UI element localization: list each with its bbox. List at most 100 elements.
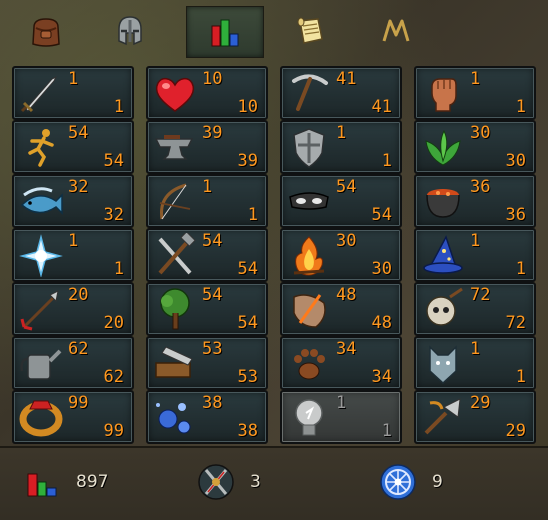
fist-icon (420, 71, 466, 115)
skill-base-level: 1 (113, 97, 124, 117)
pickaxe-icon (286, 71, 332, 115)
fish-icon (18, 179, 64, 223)
skill-base-level: 53 (237, 367, 258, 387)
wolf-pouch-icon (420, 341, 466, 385)
skill-attack[interactable]: 11 (12, 66, 134, 120)
skill-base-level: 1 (247, 205, 258, 225)
skill-mining[interactable]: 41 41 (280, 66, 402, 120)
skill-defence[interactable]: 11 (280, 120, 402, 174)
paw-icon (286, 341, 332, 385)
skill-firemaking[interactable]: 30 30 (280, 228, 402, 282)
skill-base-level: 30 (371, 259, 392, 279)
skill-current-level: 1 (202, 177, 213, 197)
skill-base-level: 1 (515, 367, 526, 387)
wizard-hat-icon (420, 233, 466, 277)
skill-construction[interactable]: 53 53 (146, 336, 268, 390)
skill-fletching[interactable]: 20 20 (12, 282, 134, 336)
skill-divination[interactable]: 38 38 (146, 390, 268, 444)
skill-smithing[interactable]: 39 39 (146, 120, 268, 174)
skill-current-level: 54 (202, 285, 223, 305)
combat-level-value: 3 (250, 472, 261, 492)
skill-farming[interactable]: 62 62 (12, 336, 134, 390)
compass-wheel-icon (380, 464, 416, 500)
mask-icon (286, 179, 332, 223)
orbs-icon (152, 395, 198, 439)
skill-current-level: 1 (68, 231, 79, 251)
skill-slayer[interactable]: 72 72 (414, 282, 536, 336)
skill-archaeology[interactable]: 29 29 (414, 390, 536, 444)
skill-base-level: 48 (371, 313, 392, 333)
skill-ranged[interactable]: 11 (146, 174, 268, 228)
footer-stat[interactable]: 9 (378, 462, 443, 502)
skill-thieving[interactable]: 54 54 (280, 174, 402, 228)
total-level[interactable]: 897 (22, 462, 108, 502)
tab-inventory[interactable] (8, 6, 84, 56)
saw-plank-icon (152, 341, 198, 385)
skill-base-level: 1 (515, 97, 526, 117)
trowel-icon (420, 395, 466, 439)
skill-dungeoneering[interactable]: 99 99 (12, 390, 134, 444)
skill-agility[interactable]: 54 54 (12, 120, 134, 174)
skill-base-level: 10 (237, 97, 258, 117)
ring-icon (18, 395, 64, 439)
skill-invention[interactable]: 11 (280, 390, 402, 444)
combat-level[interactable]: 3 (196, 462, 261, 502)
tree-icon (152, 287, 198, 331)
skill-current-level: 1 (470, 231, 481, 251)
skill-strength[interactable]: 11 (414, 66, 536, 120)
skill-hunter[interactable]: 34 34 (280, 336, 402, 390)
m-icon (382, 19, 410, 42)
skill-current-level: 54 (336, 177, 357, 197)
skill-runecrafting[interactable]: 48 48 (280, 282, 402, 336)
skill-base-level: 72 (505, 313, 526, 333)
footer-bar: 897 3 9 (0, 446, 548, 520)
skill-current-level: 20 (68, 285, 89, 305)
skill-current-level: 99 (68, 393, 89, 413)
skill-base-level: 62 (103, 367, 124, 387)
skill-current-level: 1 (336, 393, 347, 413)
skill-constitution[interactable]: 10 10 (146, 66, 268, 120)
skill-current-level: 32 (68, 177, 89, 197)
skill-current-level: 72 (470, 285, 491, 305)
anvil-icon (152, 125, 198, 169)
skill-current-level: 1 (470, 69, 481, 89)
tab-equipment[interactable] (92, 6, 168, 56)
skill-base-level: 20 (103, 313, 124, 333)
skill-summoning[interactable]: 11 (414, 336, 536, 390)
hammer-chisel-icon (152, 231, 198, 277)
skill-base-level: 99 (103, 421, 124, 441)
skill-woodcutting[interactable]: 54 54 (146, 282, 268, 336)
skill-base-level: 41 (371, 97, 392, 117)
sword-icon (18, 71, 64, 115)
skill-current-level: 1 (68, 69, 79, 89)
herb-icon (420, 125, 466, 169)
skill-base-level: 30 (505, 151, 526, 171)
skill-magic[interactable]: 11 (414, 228, 536, 282)
skill-base-level: 54 (371, 205, 392, 225)
arrow-icon (18, 287, 64, 331)
bulb-icon (286, 395, 332, 439)
tab-stats[interactable] (186, 6, 264, 58)
tab-achievements[interactable] (358, 6, 434, 56)
star-icon (18, 233, 64, 278)
scroll-icon (297, 17, 323, 44)
skill-current-level: 62 (68, 339, 89, 359)
skill-base-level: 38 (237, 421, 258, 441)
skill-current-level: 1 (336, 123, 347, 143)
skill-fishing[interactable]: 32 32 (12, 174, 134, 228)
skill-base-level: 1 (113, 259, 124, 279)
skill-herblore[interactable]: 30 30 (414, 120, 536, 174)
skill-base-level: 32 (103, 205, 124, 225)
skill-base-level: 54 (237, 259, 258, 279)
skill-current-level: 29 (470, 393, 491, 413)
tab-quests[interactable] (272, 6, 348, 56)
backpack-icon (32, 18, 60, 47)
bow-icon (152, 179, 198, 223)
skill-base-level: 29 (505, 421, 526, 441)
skill-cooking[interactable]: 36 36 (414, 174, 536, 228)
skill-crafting[interactable]: 54 54 (146, 228, 268, 282)
tab-bar (0, 0, 548, 62)
skill-prayer[interactable]: 11 (12, 228, 134, 282)
skill-current-level: 53 (202, 339, 223, 359)
skill-base-level: 34 (371, 367, 392, 387)
